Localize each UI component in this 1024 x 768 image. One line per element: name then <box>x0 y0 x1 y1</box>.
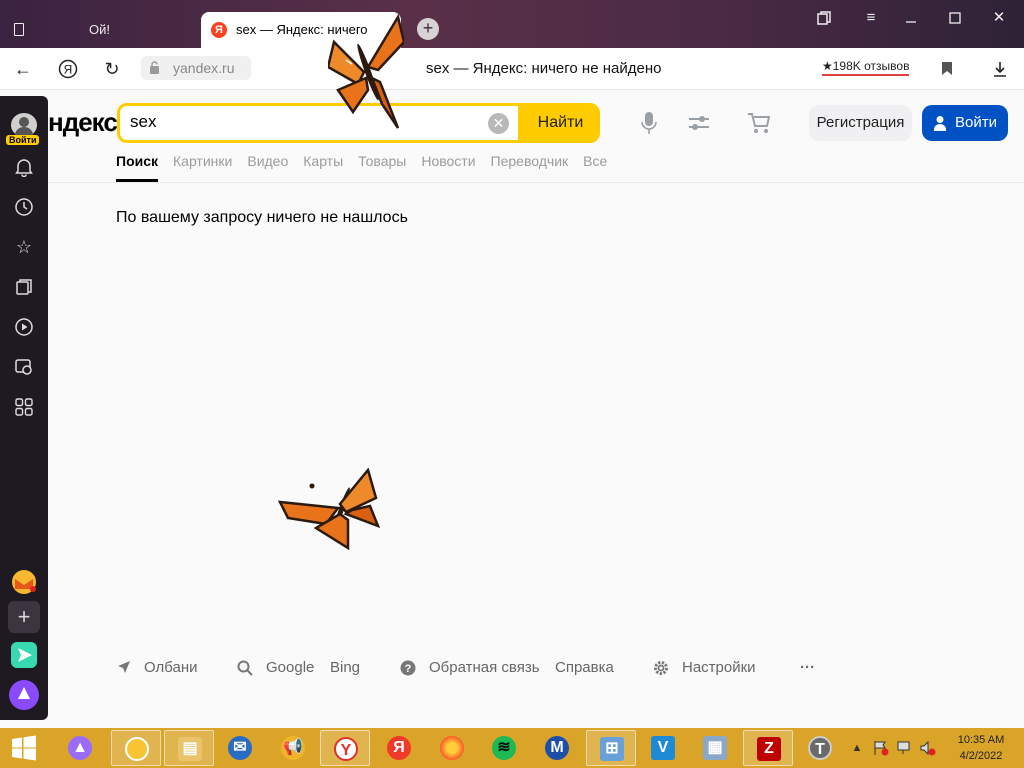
tab-oi[interactable]: Ой! <box>0 12 200 48</box>
yandex-browser-alt-taskbar-icon[interactable] <box>111 730 161 766</box>
search-nav-tabs: Поиск Картинки Видео Карты Товары Новост… <box>116 152 607 182</box>
reviews-link[interactable]: ★198K отзывов <box>822 59 910 76</box>
clock-date: 4/2/2022 <box>959 750 1003 762</box>
microphone-icon[interactable] <box>636 110 662 136</box>
search-input[interactable] <box>130 112 480 132</box>
tab-label: Ой! <box>89 22 110 37</box>
collections-icon[interactable] <box>12 275 36 299</box>
location-arrow-icon <box>116 660 132 676</box>
yandex-home-icon[interactable]: Я <box>55 56 81 82</box>
register-button[interactable]: Регистрация <box>809 105 912 141</box>
malwarebytes-taskbar-icon[interactable]: M <box>532 730 582 766</box>
sidebar-login-badge[interactable]: Войти <box>6 135 40 145</box>
tab-all[interactable]: Все <box>583 152 607 182</box>
title-bar: Ой! Я sex — Яндекс: ничего + ≡ ✕ <box>0 0 1024 48</box>
history-icon[interactable] <box>12 195 36 219</box>
monitor-taskbar-icon[interactable]: ▦ <box>690 730 740 766</box>
filezilla-taskbar-icon[interactable]: Z <box>743 730 793 766</box>
volume-tray-icon[interactable] <box>920 730 938 766</box>
lock-icon <box>150 61 159 74</box>
footer-feedback-link[interactable]: Обратная связь <box>429 659 540 676</box>
new-tab-button[interactable]: + <box>417 18 439 40</box>
footer-settings-link[interactable]: Настройки <box>682 659 756 676</box>
bookmark-icon[interactable] <box>934 56 960 82</box>
footer-location-link[interactable]: Олбани <box>144 659 198 676</box>
login-label: Войти <box>955 114 997 131</box>
tab-search[interactable]: Поиск <box>116 152 159 182</box>
megaphone-taskbar-icon[interactable]: 📢 <box>268 730 318 766</box>
footer-bing-link[interactable]: Bing <box>330 659 360 676</box>
yandex-logo[interactable]: ндекс <box>48 107 118 138</box>
add-panel-button[interactable]: + <box>8 601 40 633</box>
windows-taskbar: ▲ ▤ ✉ 📢 Y Я ≋ M ⊞ V ▦ Z T ▲ <box>0 728 1024 768</box>
user-icon <box>934 116 946 131</box>
help-icon: ? <box>400 660 416 676</box>
divider <box>48 182 1024 183</box>
butterfly-top-image <box>328 13 404 129</box>
login-button[interactable]: Войти <box>922 105 1008 141</box>
tab-maps[interactable]: Карты <box>303 152 343 182</box>
footer-google-link[interactable]: Google <box>266 659 314 676</box>
mail-icon[interactable] <box>10 568 38 596</box>
tray-expand-icon[interactable]: ▲ <box>850 730 864 766</box>
cart-icon[interactable] <box>746 110 772 136</box>
footer-more-button[interactable]: ··· <box>800 659 815 676</box>
alice-icon[interactable] <box>8 679 40 711</box>
alice-taskbar-icon[interactable]: ▲ <box>55 730 105 766</box>
bell-icon[interactable] <box>12 155 36 179</box>
search-icon <box>237 660 253 676</box>
taskbar-clock[interactable]: 10:35 AM 4/2/2022 <box>948 732 1014 764</box>
flag-tray-icon[interactable] <box>873 730 891 766</box>
close-button[interactable]: ✕ <box>984 6 1014 30</box>
tab-products[interactable]: Товары <box>358 152 406 182</box>
tab-news[interactable]: Новости <box>421 152 475 182</box>
apps-icon[interactable] <box>12 395 36 419</box>
yandex-favicon-icon: Я <box>211 22 227 38</box>
document-icon <box>14 23 24 36</box>
yandex-browser-taskbar-icon[interactable]: Y <box>320 730 370 766</box>
find-button[interactable]: Найти <box>518 106 597 140</box>
svg-text:?: ? <box>405 663 412 675</box>
network-tray-icon[interactable] <box>897 730 915 766</box>
filters-icon[interactable] <box>686 110 712 136</box>
address-bar[interactable]: yandex.ru <box>141 56 251 80</box>
butterfly-bottom-image <box>277 468 381 551</box>
screenshot-icon[interactable] <box>12 355 36 379</box>
minimize-button[interactable] <box>896 6 926 30</box>
reload-icon[interactable]: ↻ <box>99 56 125 82</box>
browser-sidebar: ☆ + <box>0 96 48 720</box>
file-explorer-taskbar-icon[interactable]: ▤ <box>164 730 214 766</box>
page-title: sex — Яндекс: ничего не найдено <box>426 60 662 77</box>
menu-icon[interactable]: ≡ <box>856 6 886 30</box>
svg-text:Я: Я <box>64 63 73 77</box>
tab-video[interactable]: Видео <box>247 152 288 182</box>
footer-help-link[interactable]: Справка <box>555 659 614 676</box>
url-text: yandex.ru <box>173 60 235 76</box>
gear-icon <box>653 660 669 676</box>
torrent-taskbar-icon[interactable]: T <box>795 730 845 766</box>
spotify-taskbar-icon[interactable]: ≋ <box>479 730 529 766</box>
tab-manager-icon[interactable] <box>809 6 839 30</box>
messenger-icon[interactable] <box>10 641 38 669</box>
network-taskbar-icon[interactable]: ⊞ <box>586 730 636 766</box>
video-icon[interactable] <box>12 315 36 339</box>
tab-images[interactable]: Картинки <box>173 152 232 182</box>
clock-time: 10:35 AM <box>957 734 1005 746</box>
no-results-message: По вашему запросу ничего не нашлось <box>116 209 408 226</box>
start-button[interactable] <box>2 730 46 766</box>
download-icon[interactable] <box>987 56 1013 82</box>
clear-search-button[interactable]: ✕ <box>488 113 509 134</box>
maximize-button[interactable] <box>940 6 970 30</box>
yandex-taskbar-icon[interactable]: Я <box>374 730 424 766</box>
tab-translate[interactable]: Переводчик <box>491 152 569 182</box>
avatar[interactable] <box>11 113 37 137</box>
vscode-taskbar-icon[interactable]: V <box>638 730 688 766</box>
bookmarks-icon[interactable]: ☆ <box>12 235 36 259</box>
firefox-taskbar-icon[interactable] <box>427 730 477 766</box>
back-icon[interactable]: ← <box>10 56 36 82</box>
thunderbird-taskbar-icon[interactable]: ✉ <box>215 730 265 766</box>
